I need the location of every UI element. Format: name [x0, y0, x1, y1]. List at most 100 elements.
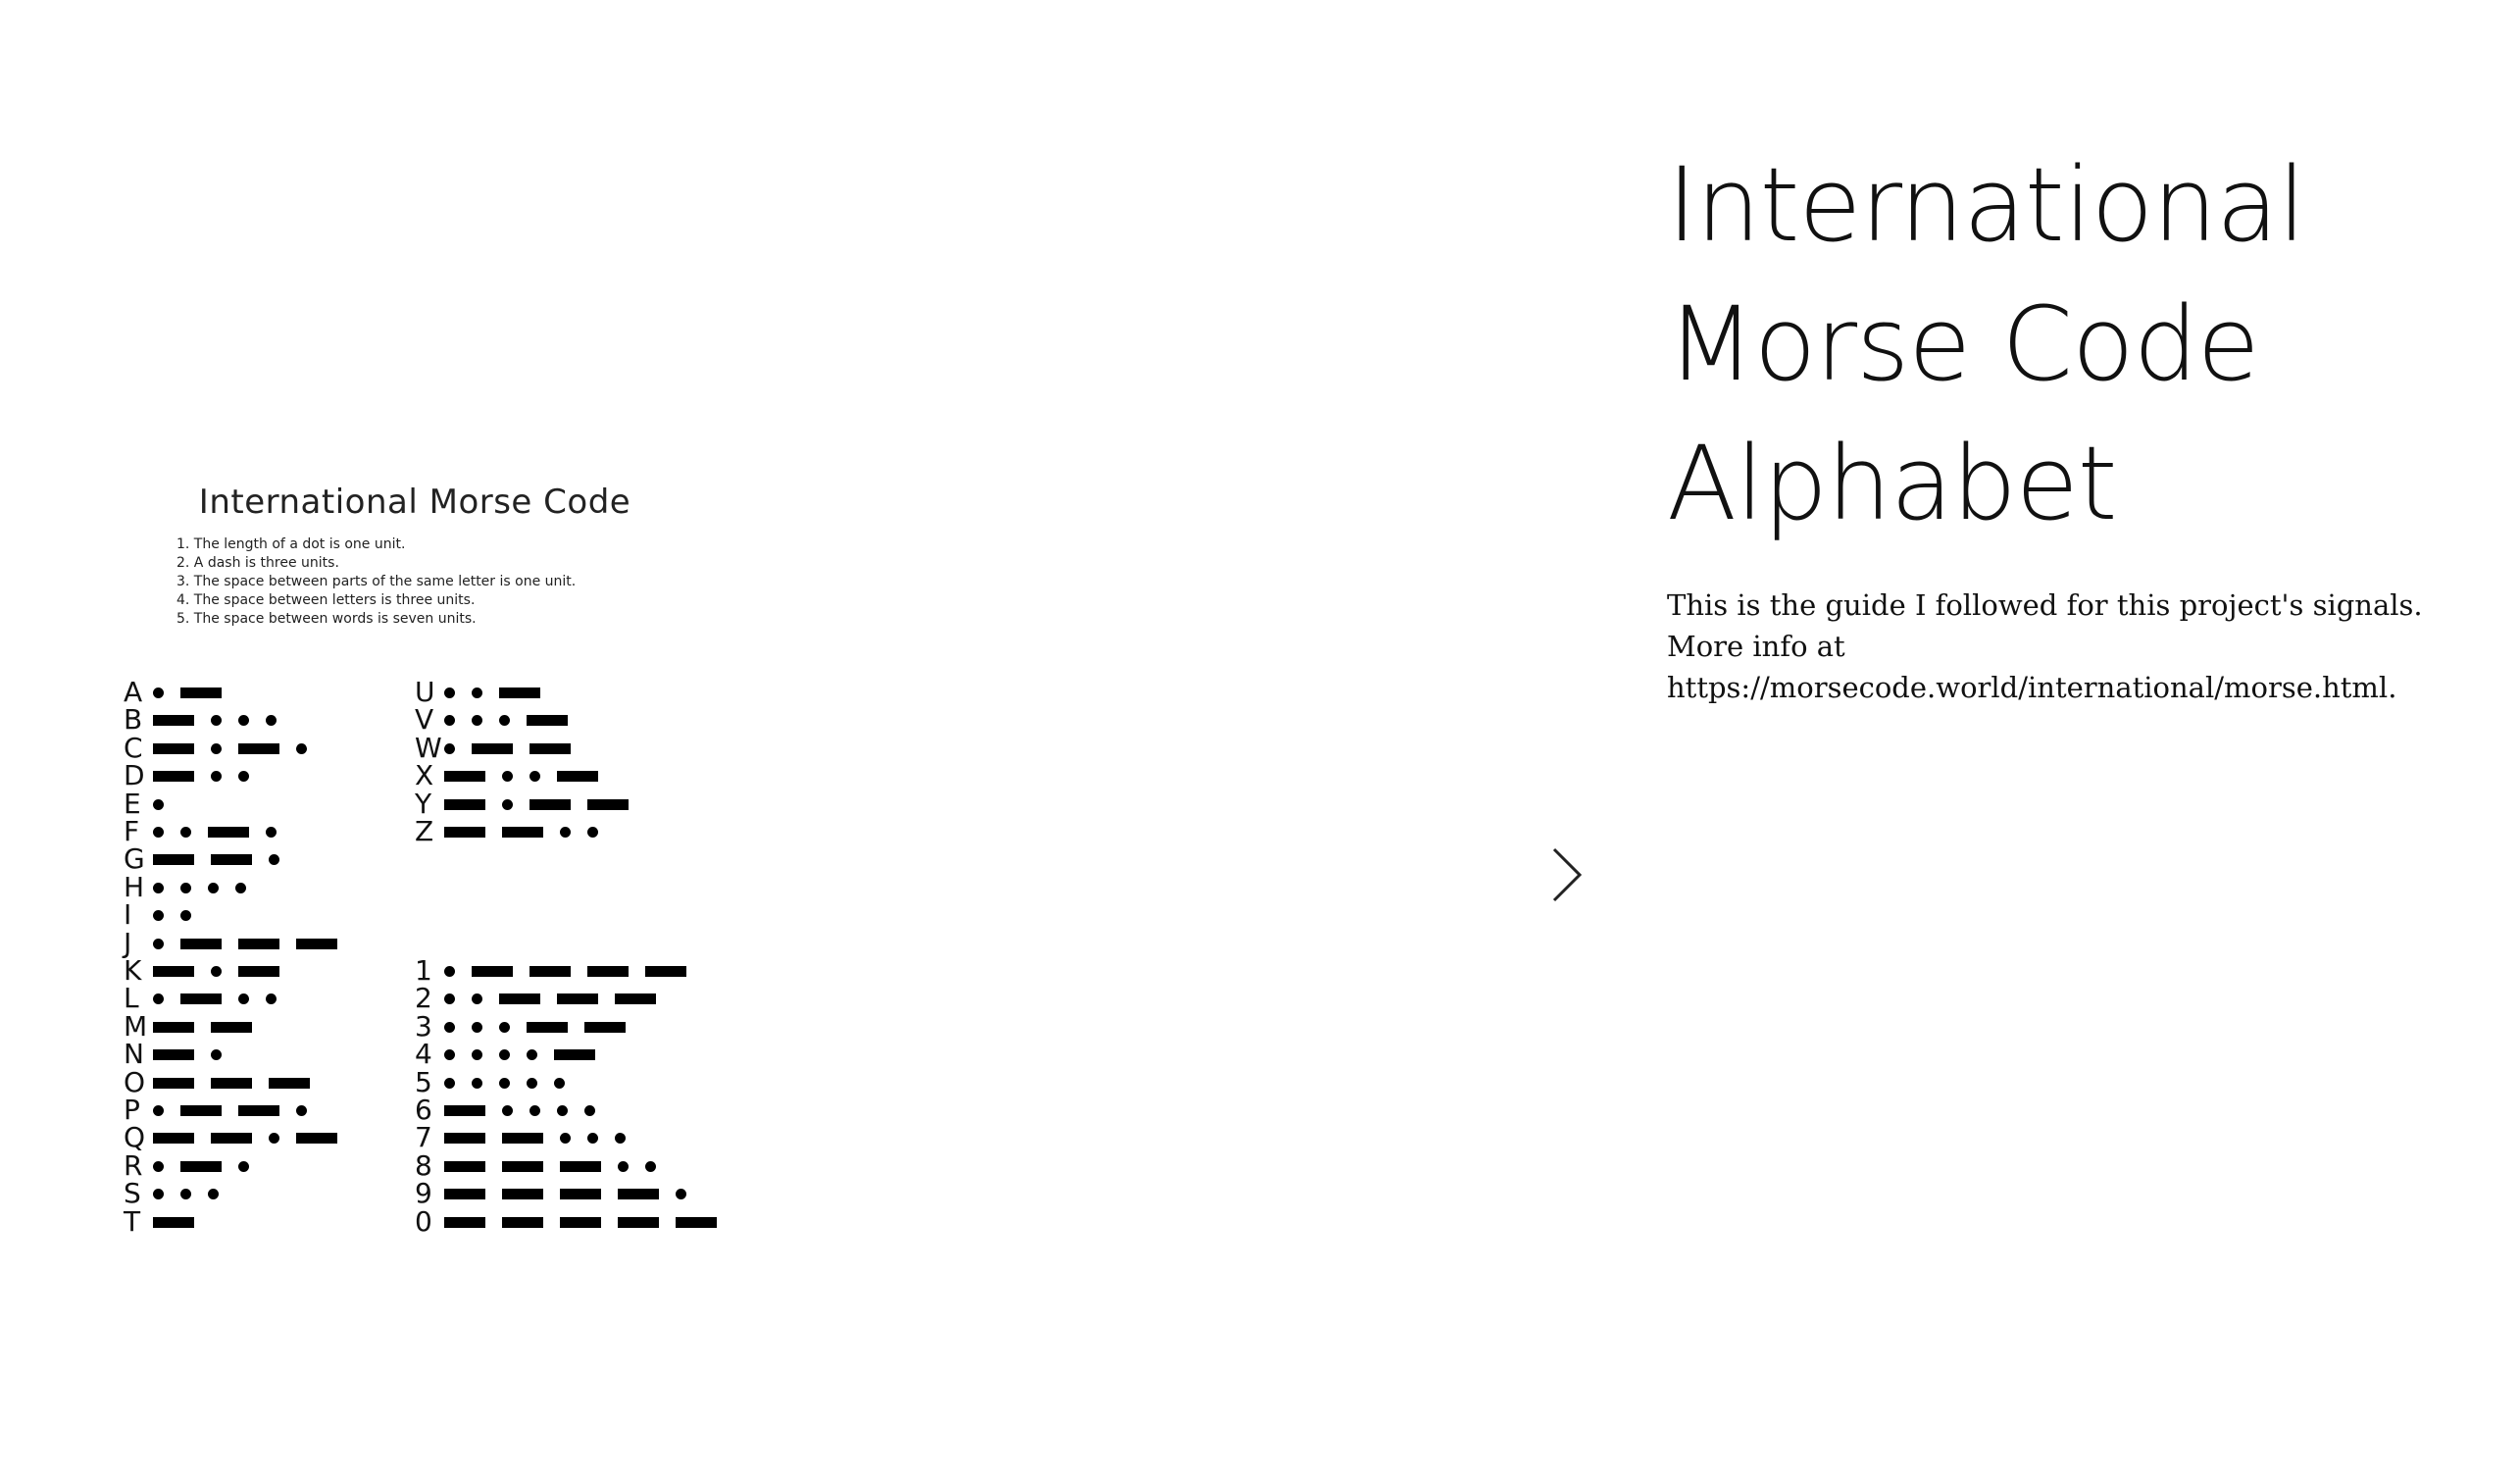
code-character: W	[415, 731, 442, 764]
dash-mark	[238, 938, 279, 949]
code-character: H	[124, 870, 145, 903]
code-row-8: 8	[415, 1151, 656, 1180]
code-character: Y	[415, 787, 432, 820]
code-row-0: 0	[415, 1207, 717, 1236]
dot-mark	[502, 798, 513, 810]
dash-mark	[153, 742, 194, 754]
description-text: This is the guide I followed for this pr…	[1667, 588, 2423, 704]
code-row-t: T	[124, 1207, 194, 1236]
dot-mark	[472, 1021, 482, 1033]
code-character: S	[124, 1177, 141, 1210]
code-row-7: 7	[415, 1121, 626, 1154]
rule-item: 5. The space between words is seven unit…	[176, 611, 477, 627]
code-character: 5	[415, 1065, 432, 1098]
code-row-4: 4	[415, 1038, 595, 1071]
code-row-s: S	[124, 1177, 219, 1210]
dash-mark	[211, 1021, 252, 1033]
dash-mark	[529, 742, 571, 754]
code-row-3: 3	[415, 1009, 626, 1043]
dot-mark	[472, 1077, 482, 1089]
dot-mark	[208, 1189, 219, 1200]
dot-mark	[444, 993, 455, 1005]
dot-mark	[587, 1133, 598, 1145]
dot-mark	[529, 1105, 540, 1116]
dash-mark	[444, 1160, 485, 1172]
code-character: E	[124, 787, 141, 820]
dot-mark	[238, 771, 249, 783]
code-character: 4	[415, 1038, 432, 1071]
code-character: A	[124, 676, 143, 708]
code-character: V	[415, 703, 434, 737]
dash-mark	[502, 1189, 543, 1200]
dash-mark	[527, 1021, 568, 1033]
dot-mark	[238, 715, 249, 727]
dash-mark	[444, 771, 485, 783]
dash-mark	[560, 1160, 601, 1172]
dot-mark	[499, 1077, 510, 1089]
dash-mark	[211, 854, 252, 866]
dash-mark	[180, 938, 222, 949]
dot-mark	[554, 1077, 565, 1089]
code-row-o: O	[124, 1068, 310, 1096]
code-row-f: F	[124, 818, 277, 845]
code-row-u: U	[415, 679, 540, 706]
dot-mark	[444, 742, 455, 754]
code-row-z: Z	[415, 818, 598, 845]
code-character: 7	[415, 1121, 432, 1154]
dot-mark	[266, 993, 277, 1005]
title-line: International	[1667, 145, 2306, 265]
dash-mark	[296, 1133, 337, 1145]
dot-mark	[472, 688, 482, 698]
dot-mark	[211, 1049, 222, 1061]
dot-mark	[502, 771, 513, 783]
dash-mark	[554, 1049, 595, 1061]
dot-mark	[560, 1133, 571, 1145]
dot-mark	[645, 1160, 656, 1172]
dash-mark	[502, 1133, 543, 1145]
next-slide-button[interactable]	[1542, 843, 1589, 906]
rules-list: 1. The length of a dot is one unit. 2. A…	[176, 535, 576, 629]
dot-mark	[444, 1021, 455, 1033]
code-character: C	[124, 731, 143, 764]
chart-title: International Morse Code	[198, 483, 631, 522]
dot-mark	[153, 882, 164, 893]
dot-mark	[180, 827, 191, 838]
dot-mark	[153, 938, 164, 949]
code-character: 3	[415, 1009, 432, 1043]
code-row-g: G	[124, 842, 279, 876]
dot-mark	[211, 742, 222, 754]
code-character: L	[124, 982, 139, 1015]
dash-mark	[618, 1216, 659, 1228]
dash-mark	[560, 1189, 601, 1200]
dash-mark	[180, 688, 222, 698]
dash-mark	[560, 1216, 601, 1228]
code-character: 6	[415, 1094, 432, 1126]
dash-mark	[676, 1216, 717, 1228]
dash-mark	[584, 1021, 626, 1033]
code-row-x: X	[415, 762, 598, 789]
dash-mark	[211, 1133, 252, 1145]
dash-mark	[153, 1021, 194, 1033]
code-row-a: A	[124, 676, 222, 708]
dash-mark	[153, 1133, 194, 1145]
code-character: K	[124, 954, 142, 987]
code-row-w: W	[415, 731, 571, 764]
code-character: G	[124, 842, 145, 876]
dash-mark	[444, 1105, 485, 1116]
dash-mark	[615, 993, 656, 1005]
dot-mark	[615, 1133, 626, 1145]
code-row-d: D	[124, 762, 249, 789]
code-row-b: B	[124, 706, 277, 734]
dot-mark	[499, 715, 510, 727]
code-row-j: J	[124, 929, 337, 957]
dash-mark	[587, 966, 629, 977]
code-row-v: V	[415, 703, 568, 737]
dot-mark	[269, 1133, 279, 1145]
dash-mark	[444, 1216, 485, 1228]
dot-mark	[676, 1189, 686, 1200]
dot-mark	[153, 827, 164, 838]
title-line: Alphabet	[1667, 424, 2117, 543]
dash-mark	[502, 1216, 543, 1228]
dot-mark	[180, 1189, 191, 1200]
dash-mark	[645, 966, 686, 977]
